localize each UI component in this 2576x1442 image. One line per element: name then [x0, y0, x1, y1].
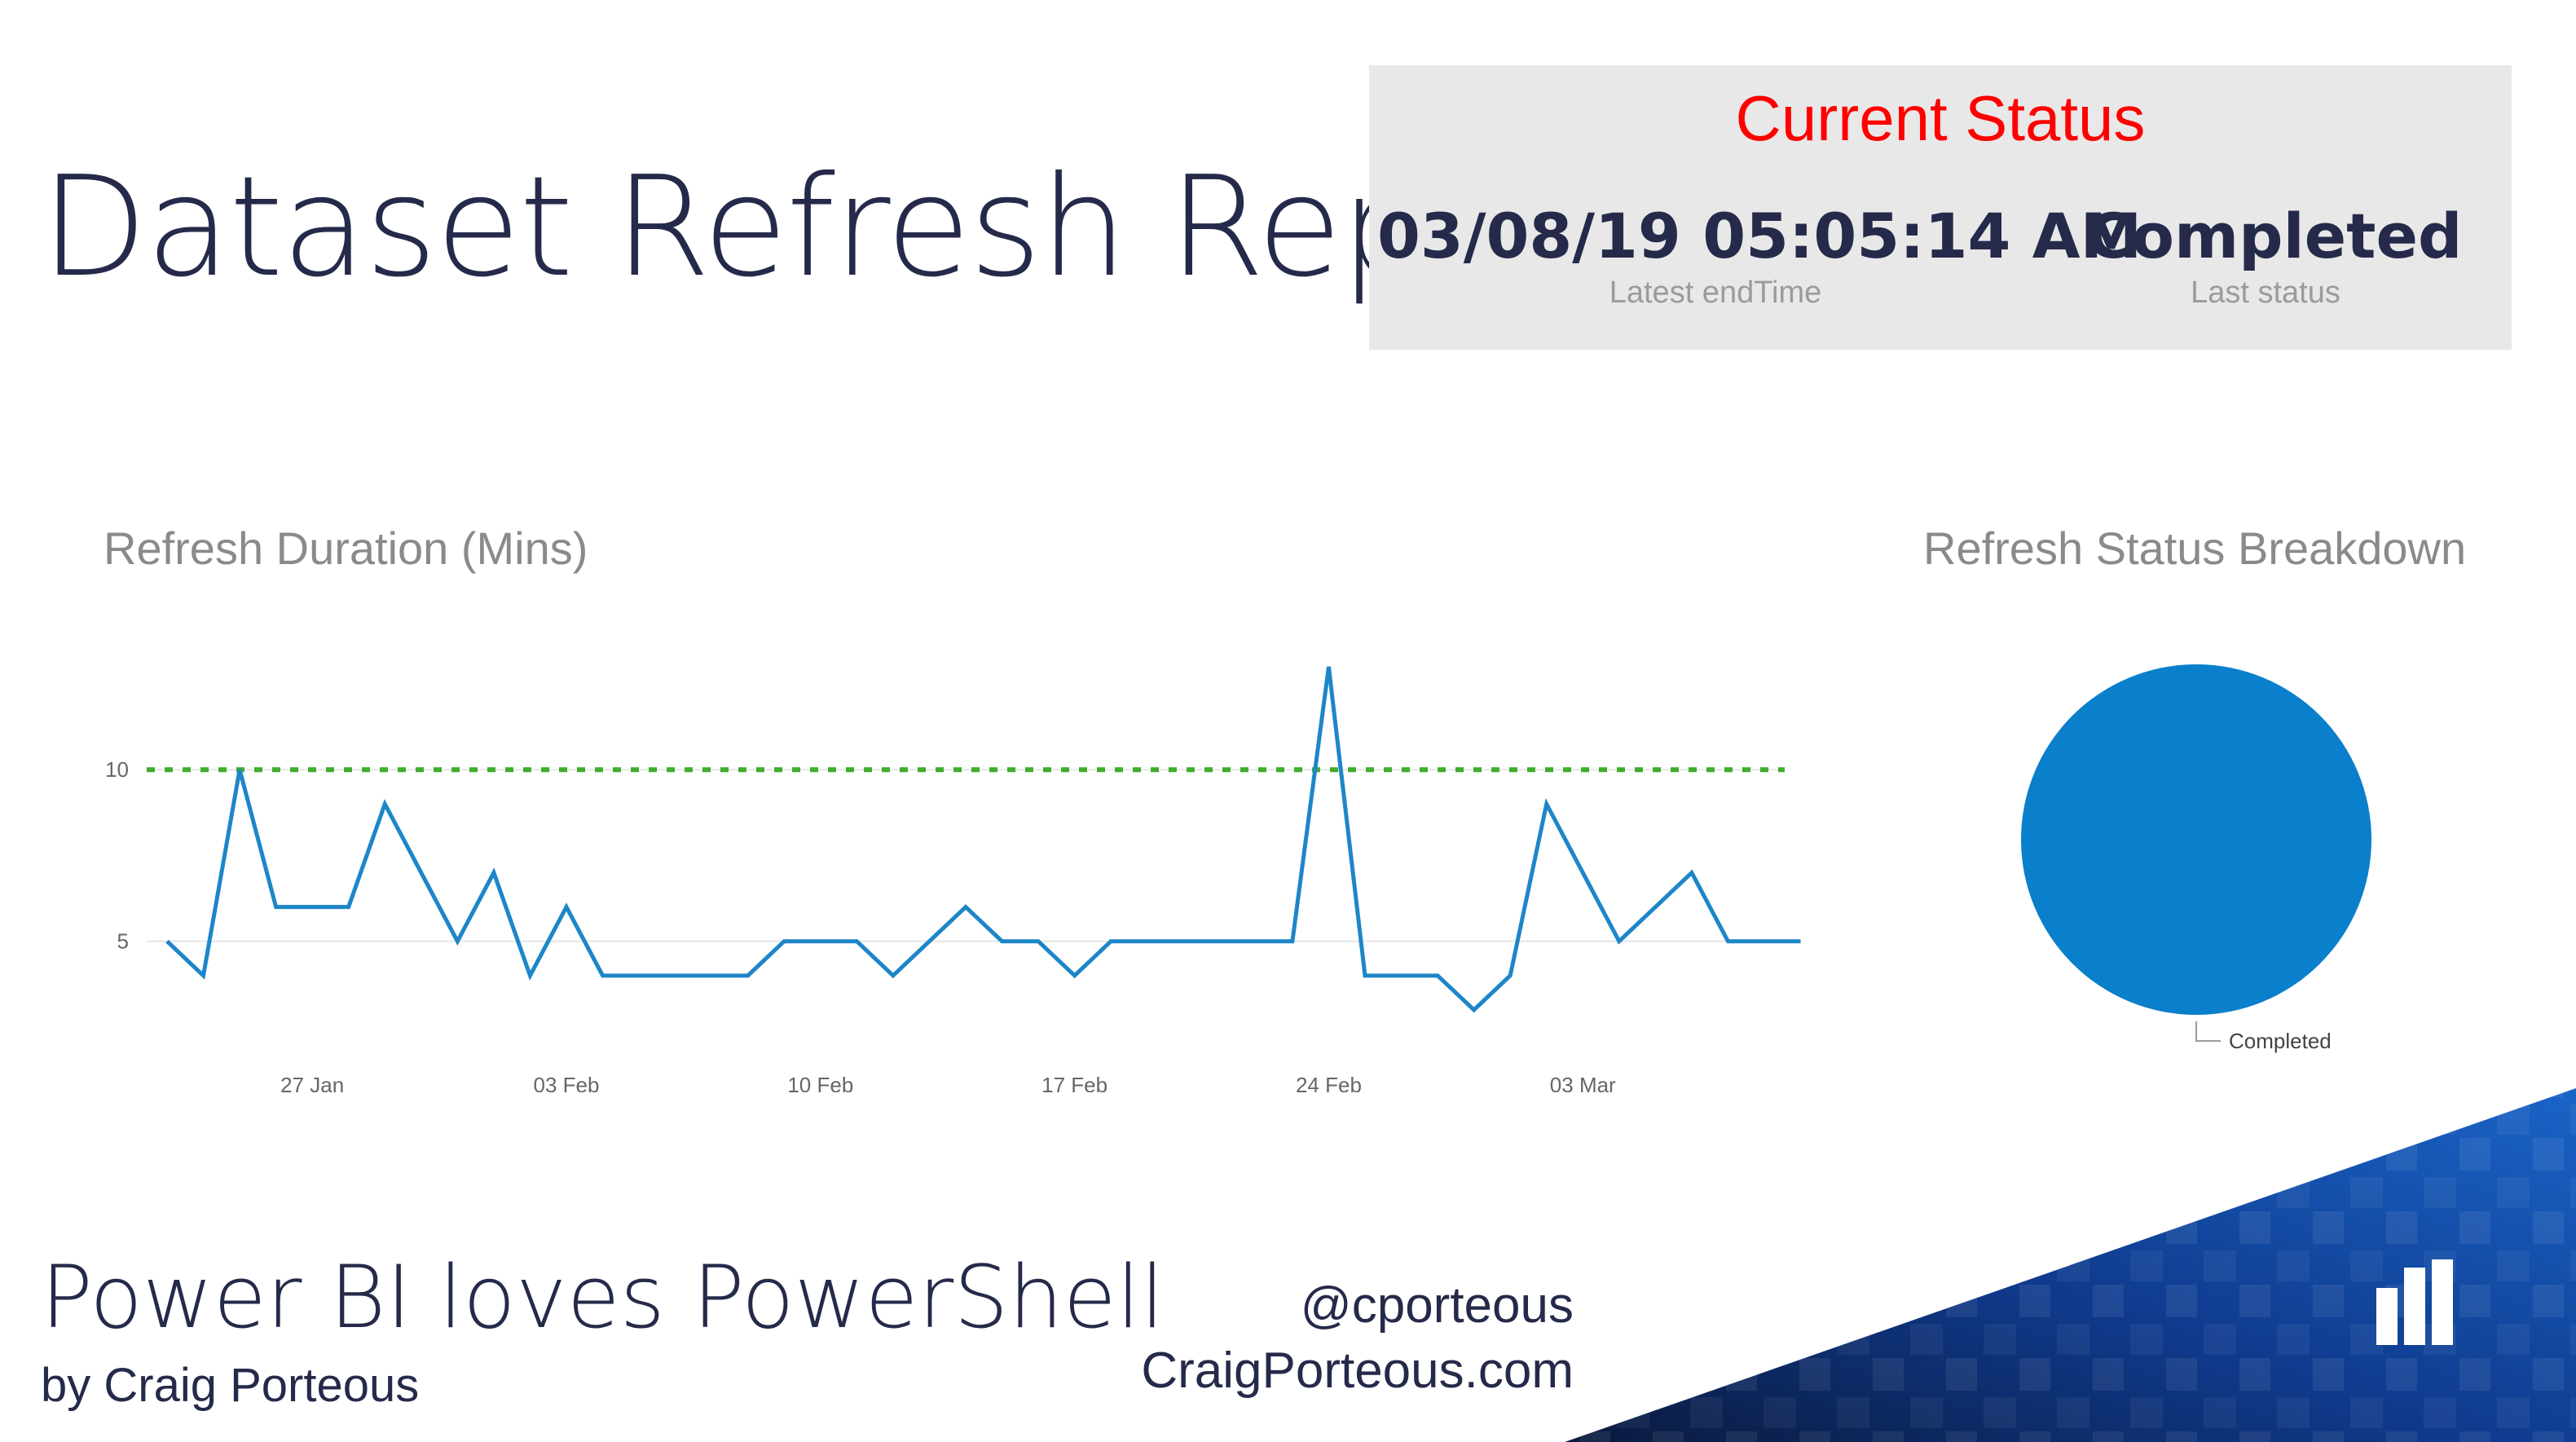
duration-data-point[interactable]: [1069, 970, 1081, 981]
pie-chart-title: Refresh Status Breakdown: [1923, 523, 2467, 574]
last-status-label: Last status: [2191, 276, 2340, 310]
duration-data-point[interactable]: [1250, 936, 1262, 947]
duration-data-point[interactable]: [306, 902, 318, 913]
duration-data-point[interactable]: [1033, 936, 1044, 947]
duration-data-point[interactable]: [343, 902, 354, 913]
x-tick-label: 24 Feb: [1296, 1073, 1362, 1092]
duration-data-point[interactable]: [1287, 936, 1298, 947]
latest-endtime-kpi: 03/08/19 05:05:14 AM Latest endTime: [1377, 200, 2142, 311]
duration-series-line: [165, 666, 1801, 1013]
duration-data-point[interactable]: [1577, 867, 1588, 879]
pie-label-leader: [2195, 1021, 2221, 1042]
current-status-card: Current Status 03/08/19 05:05:14 AM Late…: [1369, 65, 2512, 350]
last-status-kpi: Completed Last status: [2086, 200, 2463, 311]
latest-endtime-value: 03/08/19 05:05:14 AM: [1377, 200, 2142, 272]
duration-data-point[interactable]: [1504, 970, 1516, 981]
duration-data-point[interactable]: [1722, 936, 1733, 947]
last-status-value: Completed: [2086, 200, 2463, 272]
duration-data-point[interactable]: [561, 902, 572, 913]
duration-data-point[interactable]: [633, 970, 645, 981]
duration-data-point[interactable]: [851, 936, 862, 947]
duration-data-point[interactable]: [1795, 936, 1807, 947]
duration-data-point[interactable]: [234, 764, 245, 775]
duration-data-point[interactable]: [416, 867, 427, 879]
duration-data-point[interactable]: [997, 936, 1008, 947]
duration-data-point[interactable]: [161, 936, 173, 947]
y-tick-label: 10: [105, 757, 129, 782]
duration-data-point[interactable]: [670, 970, 681, 981]
refresh-duration-line-chart[interactable]: 5 10 27 Jan 03 Feb 10 Feb 17 Feb 24 Feb 03 Mar: [0, 603, 1825, 1092]
duration-data-point[interactable]: [887, 970, 899, 981]
duration-data-point[interactable]: [923, 936, 935, 947]
duration-data-point[interactable]: [1178, 936, 1189, 947]
duration-data-point[interactable]: [1142, 936, 1153, 947]
duration-data-point[interactable]: [815, 936, 826, 947]
duration-data-point[interactable]: [742, 970, 754, 981]
pie-slice-completed[interactable]: [2021, 664, 2371, 1015]
footer-website-link[interactable]: CraigPorteous.com: [1141, 1342, 1574, 1400]
duration-data-point[interactable]: [778, 936, 790, 947]
duration-data-point[interactable]: [1614, 936, 1625, 947]
duration-data-point[interactable]: [1359, 970, 1371, 981]
duration-data-point[interactable]: [1759, 936, 1770, 947]
duration-data-point[interactable]: [524, 970, 535, 981]
duration-data-point[interactable]: [960, 902, 971, 913]
footer-tagline: Power BI loves PowerShell: [41, 1247, 1165, 1347]
duration-data-point[interactable]: [597, 970, 609, 981]
duration-data-point[interactable]: [451, 936, 463, 947]
duration-data-point[interactable]: [1649, 902, 1661, 913]
duration-data-point[interactable]: [198, 970, 209, 981]
footer-twitter-handle[interactable]: @cporteous: [1301, 1277, 1574, 1334]
duration-data-point[interactable]: [379, 798, 390, 809]
duration-data-point[interactable]: [706, 970, 717, 981]
duration-data-point[interactable]: [1686, 867, 1698, 879]
pie-slice-label: Completed: [2229, 1029, 2332, 1053]
duration-data-point[interactable]: [271, 902, 282, 913]
duration-data-point[interactable]: [1214, 936, 1226, 947]
footer-author: by Craig Porteous: [41, 1359, 420, 1412]
x-tick-label: 03 Mar: [1550, 1073, 1616, 1092]
duration-data-point[interactable]: [1541, 798, 1552, 809]
refresh-status-pie-chart[interactable]: Completed: [1956, 620, 2445, 1076]
x-tick-label: 17 Feb: [1041, 1073, 1107, 1092]
x-tick-label: 10 Feb: [787, 1073, 853, 1092]
line-chart-title: Refresh Duration (Mins): [103, 523, 588, 574]
x-tick-label: 27 Jan: [280, 1073, 344, 1092]
duration-data-point[interactable]: [488, 867, 500, 879]
duration-data-point[interactable]: [1105, 936, 1116, 947]
duration-data-point[interactable]: [1432, 970, 1443, 981]
status-card-title: Current Status: [1735, 82, 2146, 154]
duration-data-point[interactable]: [1469, 1004, 1480, 1016]
y-tick-label: 5: [117, 929, 129, 954]
x-tick-label: 03 Feb: [534, 1073, 600, 1092]
duration-data-point[interactable]: [1323, 661, 1334, 672]
duration-data-point[interactable]: [1396, 970, 1407, 981]
latest-endtime-label: Latest endTime: [1609, 276, 1822, 310]
